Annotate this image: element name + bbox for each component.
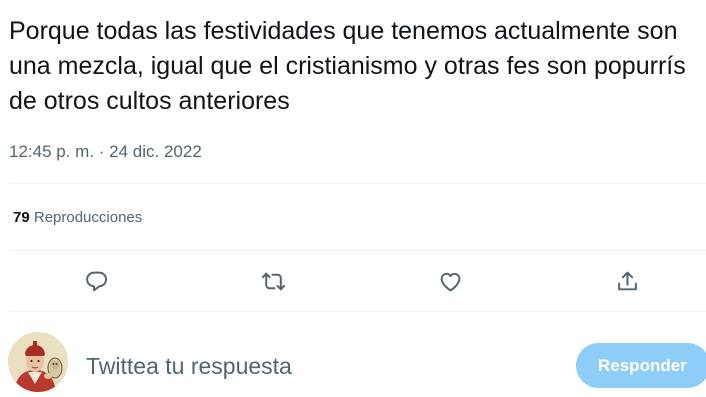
divider	[9, 183, 706, 184]
avatar[interactable]	[8, 332, 68, 392]
reply-submit-button[interactable]: Responder	[576, 343, 706, 388]
views-label: Reproducciones	[33, 209, 143, 226]
retweet-button[interactable]	[254, 262, 292, 300]
reply-input[interactable]	[86, 350, 556, 382]
heart-icon	[440, 272, 460, 291]
tweet-text: Porque todas las festividades que tenemo…	[9, 17, 686, 115]
like-button[interactable]	[431, 262, 469, 300]
share-button[interactable]	[608, 262, 646, 300]
action-bar	[0, 262, 706, 300]
divider	[9, 250, 706, 251]
tweet-timestamp[interactable]: 12:45 p. m. · 24 dic. 2022	[9, 141, 202, 163]
reply-icon	[85, 271, 107, 291]
share-icon	[617, 271, 637, 290]
divider	[9, 311, 706, 312]
views-stat[interactable]: 79 Reproducciones	[13, 208, 142, 228]
reply-button[interactable]	[77, 262, 115, 300]
avatar-image	[8, 332, 68, 392]
retweet-icon	[261, 272, 285, 290]
views-count: 79	[13, 209, 30, 226]
